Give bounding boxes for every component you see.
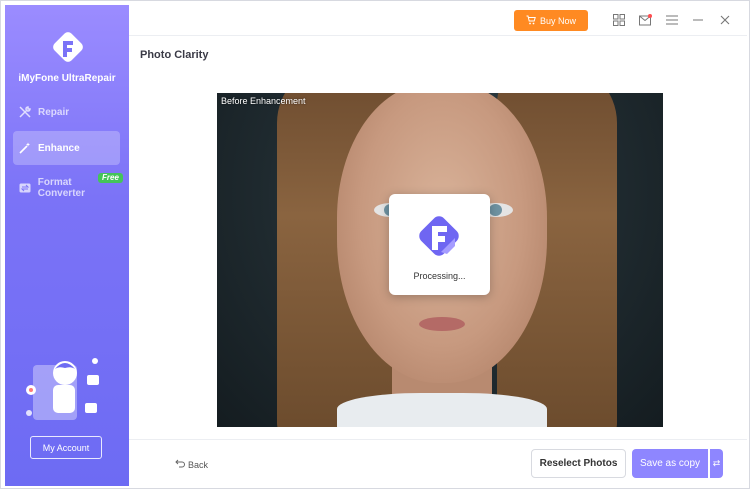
- processing-dialog: Processing...: [389, 194, 490, 295]
- free-badge: Free: [98, 173, 123, 183]
- magic-wand-icon: [18, 141, 32, 155]
- sidebar-item-enhance[interactable]: Enhance: [13, 131, 120, 165]
- mail-icon[interactable]: [638, 13, 652, 27]
- back-button[interactable]: Back: [175, 459, 208, 470]
- app-name: iMyFone UltraRepair: [18, 73, 116, 84]
- app-logo-icon: [53, 32, 83, 62]
- photo-collar: [337, 393, 547, 427]
- back-label: Back: [188, 459, 209, 470]
- tools-icon: [18, 105, 32, 119]
- account-illustration-icon: [26, 358, 99, 420]
- buy-now-button[interactable]: Buy Now: [514, 10, 588, 31]
- title-bar: Buy Now: [129, 5, 747, 36]
- sidebar-item-label: Repair: [38, 106, 70, 118]
- grid-icon[interactable]: [612, 13, 626, 27]
- my-account-button[interactable]: My Account: [30, 436, 102, 459]
- app-window: iMyFone UltraRepair Repair Enhance Forma…: [0, 0, 750, 489]
- save-options-button[interactable]: ⇄: [710, 449, 723, 478]
- before-enhancement-label: Before Enhancement: [221, 96, 306, 106]
- action-bar: Back Reselect Photos Save as copy ⇄: [129, 439, 747, 486]
- sidebar-item-label: Enhance: [38, 142, 80, 154]
- photo-lips: [419, 317, 465, 331]
- sidebar-item-repair[interactable]: Repair: [13, 95, 120, 129]
- minimize-icon[interactable]: [691, 13, 705, 27]
- page-title: Photo Clarity: [140, 49, 209, 61]
- back-arrow-icon: [175, 459, 185, 470]
- processing-text: Processing...: [413, 271, 466, 281]
- swap-icon: ⇄: [712, 458, 721, 468]
- processing-logo-icon: [419, 216, 459, 256]
- reselect-photos-button[interactable]: Reselect Photos: [531, 449, 626, 478]
- convert-icon: [18, 181, 32, 195]
- save-as-copy-button[interactable]: Save as copy: [632, 449, 708, 478]
- cart-icon: [526, 15, 536, 27]
- sidebar: iMyFone UltraRepair Repair Enhance Forma…: [5, 5, 129, 486]
- menu-icon[interactable]: [665, 13, 679, 27]
- buy-now-label: Buy Now: [539, 15, 576, 26]
- close-icon[interactable]: [718, 13, 732, 27]
